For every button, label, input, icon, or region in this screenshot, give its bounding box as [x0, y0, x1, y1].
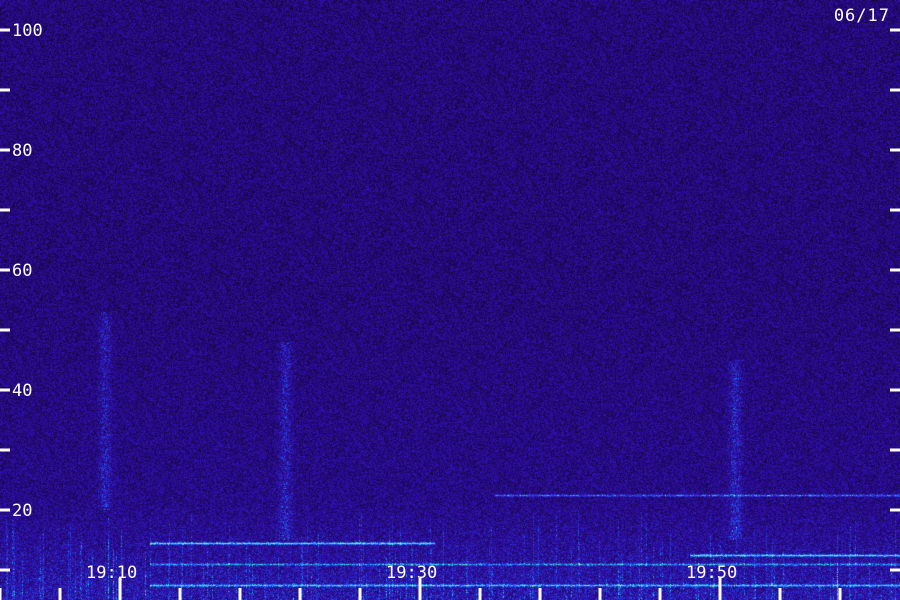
- axes-overlay: 20 40 60 80 100 19:10 19:30 19:50: [0, 21, 900, 600]
- y-tick-label: 80: [12, 141, 32, 161]
- x-tick-label: 19:50: [686, 563, 737, 583]
- x-tick-label: 19:10: [86, 563, 137, 583]
- y-tick-label: 20: [12, 501, 32, 521]
- x-tick-label: 19:30: [386, 563, 437, 583]
- spectrogram-plot: 20 40 60 80 100 19:10 19:30 19:50 06/17: [0, 0, 900, 600]
- y-tick-label: 40: [12, 381, 32, 401]
- y-tick-label: 60: [12, 261, 32, 281]
- y-tick-label: 100: [12, 21, 43, 41]
- date-label: 06/17: [833, 6, 890, 26]
